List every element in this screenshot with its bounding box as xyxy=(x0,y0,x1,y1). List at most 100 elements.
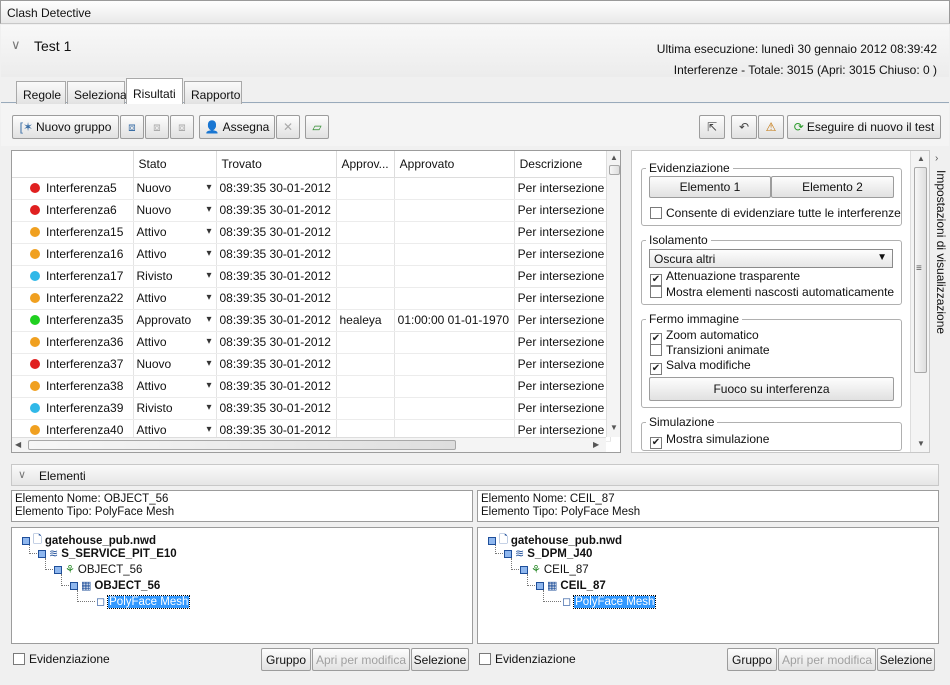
animate-transitions-option[interactable]: Transizioni animate xyxy=(650,343,770,357)
table-row[interactable]: Interferenza6 Nuovo 08:39:35 30-01-2012 Per… xyxy=(12,199,611,222)
status-cell[interactable]: Approvato xyxy=(133,309,217,332)
tree-node-layer[interactable]: ≋ S_SERVICE_PIT_E10 xyxy=(38,547,177,560)
auto-reveal-checkbox[interactable] xyxy=(650,286,662,298)
save-changes-option[interactable]: ✔ Salva modifiche xyxy=(650,358,751,375)
compact-button[interactable]: ⚠ xyxy=(758,115,784,139)
item2-highlight-option[interactable]: Evidenziazione xyxy=(479,652,576,666)
table-row[interactable]: Interferenza35 Approvato 08:39:35 30-01-20… xyxy=(12,309,611,332)
explode-group-button[interactable]: ⧈ xyxy=(145,115,169,139)
tree-node-object[interactable]: ▦ CEIL_87 xyxy=(536,579,606,592)
settings-vertical-scrollbar[interactable]: ▲ ≡ ▼ xyxy=(910,151,930,452)
status-cell[interactable]: Attivo xyxy=(133,243,217,266)
rerun-test-button[interactable]: ⟳ Eseguire di nuovo il test xyxy=(787,115,941,139)
col-header-name[interactable] xyxy=(12,151,134,178)
table-row[interactable]: Interferenza37 Nuovo 08:39:35 30-01-2012 Pe… xyxy=(12,353,611,376)
focus-on-clash-button[interactable]: Fuoco su interferenza xyxy=(649,377,894,401)
col-header-status[interactable]: Stato xyxy=(133,151,217,178)
reset-button[interactable]: ↶ xyxy=(731,115,757,139)
group-clashes-button[interactable]: ⧈ xyxy=(120,115,144,139)
show-simulation-option[interactable]: ✔ Mostra simulazione xyxy=(650,432,769,449)
unassign-button[interactable]: ✕ xyxy=(276,115,300,139)
tab-rules[interactable]: Regole xyxy=(16,81,66,104)
table-row[interactable]: Interferenza17 Rivisto 08:39:35 30-01-2012… xyxy=(12,265,611,288)
tree-node-group[interactable]: ⚘ CEIL_87 xyxy=(520,563,589,576)
item1-highlight-checkbox[interactable] xyxy=(13,653,25,665)
table-row[interactable]: Interferenza22 Attivo 08:39:35 30-01-2012 P… xyxy=(12,287,611,310)
status-cell[interactable]: Attivo xyxy=(133,287,217,310)
tab-results[interactable]: Risultati xyxy=(126,78,183,105)
show-simulation-checkbox[interactable]: ✔ xyxy=(650,437,662,449)
scroll-right-icon[interactable]: ▶ xyxy=(593,440,599,449)
status-cell[interactable]: Attivo xyxy=(133,221,217,244)
tree-toggle-icon[interactable] xyxy=(38,549,46,558)
col-header-found[interactable]: Trovato xyxy=(216,151,337,178)
status-cell[interactable]: Rivisto xyxy=(133,265,217,288)
col-header-approved[interactable]: Approvato xyxy=(394,151,515,178)
isolation-mode-select[interactable]: Oscura altri ▼ xyxy=(649,249,893,268)
scroll-up-icon[interactable]: ▲ xyxy=(610,153,618,162)
grid-horizontal-scrollbar[interactable]: ◀ ▶ xyxy=(12,437,606,452)
col-header-approver[interactable]: Approv... xyxy=(336,151,395,178)
tree-node-group[interactable]: ⚘ OBJECT_56 xyxy=(54,563,142,576)
highlight-all-option[interactable]: Consente di evidenziare tutte le interfe… xyxy=(650,206,901,220)
table-row[interactable]: Interferenza39 Rivisto 08:39:35 30-01-2012… xyxy=(12,397,611,420)
scroll-down-icon[interactable]: ▼ xyxy=(610,423,618,432)
auto-reveal-option[interactable]: Mostra elementi nascosti automaticamente xyxy=(650,285,894,299)
highlight-all-checkbox[interactable] xyxy=(650,207,662,219)
tree-node-layer[interactable]: ≋ S_DPM_J40 xyxy=(504,547,592,560)
remove-from-group-button[interactable]: ⧈ xyxy=(170,115,194,139)
item2-open-edit-button[interactable]: Apri per modifica xyxy=(778,648,876,671)
grid-hscroll-thumb[interactable] xyxy=(28,440,456,450)
tree-node-object[interactable]: ▦ OBJECT_56 xyxy=(70,579,160,592)
settings-scroll-down-icon[interactable]: ▼ xyxy=(917,439,925,448)
table-row[interactable]: Interferenza38 Attivo 08:39:35 30-01-2012 P… xyxy=(12,375,611,398)
table-row[interactable]: Interferenza36 Attivo 08:39:35 30-01-2012 P… xyxy=(12,331,611,354)
expand-chevron-icon[interactable]: › xyxy=(935,153,938,164)
settings-scroll-up-icon[interactable]: ▲ xyxy=(917,154,925,163)
select-mode-button[interactable]: ⇱ xyxy=(699,115,725,139)
tree-node-geometry[interactable]: ◻ PolyFace Mesh xyxy=(96,594,191,609)
collapse-chevron-icon[interactable]: ∨ xyxy=(11,37,21,53)
status-cell[interactable]: Attivo xyxy=(133,331,217,354)
tab-select[interactable]: Seleziona xyxy=(67,81,127,104)
table-row[interactable]: Interferenza16 Attivo 08:39:35 30-01-2012 P… xyxy=(12,243,611,266)
table-row[interactable]: Interferenza15 Attivo 08:39:35 30-01-2012 P… xyxy=(12,221,611,244)
scroll-left-icon[interactable]: ◀ xyxy=(15,440,21,449)
grid-vscroll-thumb[interactable] xyxy=(609,165,620,175)
status-cell[interactable]: Nuovo xyxy=(133,353,217,376)
item1-open-edit-button[interactable]: Apri per modifica xyxy=(312,648,410,671)
add-comment-button[interactable]: ▱ xyxy=(305,115,329,139)
tab-report[interactable]: Rapporto xyxy=(184,81,242,104)
elements-collapse-chevron-icon[interactable]: ∨ xyxy=(18,468,26,481)
animate-transitions-checkbox[interactable] xyxy=(650,344,662,356)
status-cell[interactable]: Rivisto xyxy=(133,397,217,420)
transparent-dimming-option[interactable]: ✔ Attenuazione trasparente xyxy=(650,269,800,286)
elements-section-header[interactable]: ∨ Elementi xyxy=(11,464,939,486)
tree-toggle-icon[interactable] xyxy=(488,536,496,545)
tree-toggle-icon[interactable] xyxy=(54,565,62,574)
tree-toggle-icon[interactable] xyxy=(70,581,78,590)
tree-toggle-icon[interactable] xyxy=(504,549,512,558)
item2-highlight-checkbox[interactable] xyxy=(479,653,491,665)
col-header-description[interactable]: Descrizione xyxy=(514,151,611,178)
grid-vertical-scrollbar[interactable]: ▲ ▼ xyxy=(606,151,620,437)
table-row[interactable]: Interferenza5 Nuovo 08:39:35 30-01-2012 Per… xyxy=(12,177,611,200)
item2-select-button[interactable]: Selezione xyxy=(877,648,935,671)
status-cell[interactable]: Nuovo xyxy=(133,199,217,222)
item1-select-button[interactable]: Selezione xyxy=(411,648,469,671)
new-group-button[interactable]: [✶ Nuovo gruppo xyxy=(12,115,119,139)
item1-highlight-option[interactable]: Evidenziazione xyxy=(13,652,110,666)
item1-group-button[interactable]: Gruppo xyxy=(261,648,311,671)
save-changes-checkbox[interactable]: ✔ xyxy=(650,363,662,375)
display-settings-side-tab[interactable]: › Impostazioni di visualizzazione xyxy=(929,150,949,453)
item2-button[interactable]: Elemento 2 xyxy=(771,176,894,198)
item2-group-button[interactable]: Gruppo xyxy=(727,648,777,671)
tree-toggle-icon[interactable] xyxy=(520,565,528,574)
tree-toggle-icon[interactable] xyxy=(536,581,544,590)
status-cell[interactable]: Nuovo xyxy=(133,177,217,200)
tree-node-geometry[interactable]: ◻ PolyFace Mesh xyxy=(562,594,657,609)
tree-toggle-icon[interactable] xyxy=(22,536,30,545)
assign-button[interactable]: 👤 Assegna xyxy=(199,115,275,139)
item1-button[interactable]: Elemento 1 xyxy=(649,176,771,198)
status-cell[interactable]: Attivo xyxy=(133,375,217,398)
